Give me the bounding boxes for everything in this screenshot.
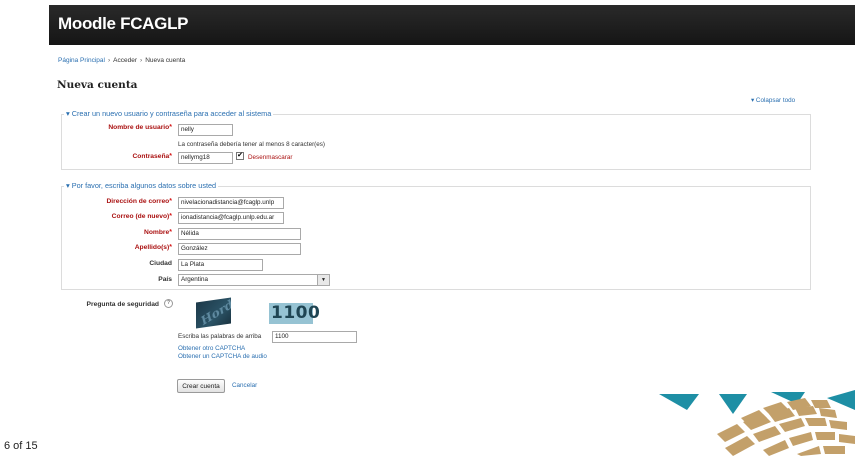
country-select[interactable]: Argentina ▼	[178, 274, 330, 286]
unmask-checkbox[interactable]: ✔	[236, 152, 244, 160]
required-icon: *	[169, 213, 172, 220]
breadcrumb-separator: ›	[140, 57, 143, 64]
required-icon: *	[169, 244, 172, 251]
breadcrumb-current: Nueva cuenta	[145, 57, 186, 64]
account-section-toggle[interactable]: ▾ Crear un nuevo usuario y contraseña pa…	[64, 109, 274, 118]
password-hint: La contraseña debería tener al menos 8 c…	[178, 141, 326, 148]
required-icon: *	[169, 153, 172, 160]
breadcrumb-home-link[interactable]: Página Principal	[58, 57, 105, 64]
firstname-label: Nombre*	[143, 229, 172, 236]
required-icon: *	[169, 198, 172, 205]
security-question-label: Pregunta de seguridad	[86, 301, 159, 308]
required-icon: *	[169, 124, 172, 131]
page-title: Nueva cuenta	[57, 79, 138, 91]
password-label: Contraseña*	[132, 153, 172, 160]
firstname-input[interactable]: Nélida	[178, 228, 301, 240]
site-title[interactable]: Moodle FCAGLP	[58, 14, 189, 34]
institution-logo	[659, 390, 855, 456]
page-indicator: 6 of 15	[4, 440, 38, 452]
city-label: Ciudad	[149, 260, 172, 267]
email-label: Dirección de correo*	[106, 198, 172, 205]
unmask-label[interactable]: Desenmascarar	[248, 154, 292, 161]
breadcrumb: Página Principal › Acceder › Nueva cuenta	[58, 57, 185, 64]
triangle-down-icon: ▾	[66, 109, 70, 118]
create-account-button[interactable]: Crear cuenta	[177, 379, 225, 393]
email-input[interactable]: nivelacionadistancia@fcaglp.unlp	[178, 197, 284, 209]
captcha-image-word1: Hord	[196, 297, 231, 329]
password-input[interactable]: nellymg18	[178, 152, 233, 164]
account-section-legend: Crear un nuevo usuario y contraseña para…	[71, 109, 272, 118]
breadcrumb-separator: ›	[107, 57, 111, 64]
lastname-label: Apellido(s)*	[134, 244, 172, 251]
triangle-down-icon: ▾	[66, 181, 70, 190]
logo-teal-triangle	[719, 394, 747, 414]
captcha-image-word2: 1100	[269, 303, 321, 324]
email-again-label: Correo (de nuevo)*	[111, 213, 172, 220]
audio-captcha-link[interactable]: Obtener un CAPTCHA de audio	[178, 353, 267, 360]
captcha-answer-input[interactable]: 1100	[272, 331, 357, 343]
triangle-down-icon: ▾	[751, 97, 755, 104]
account-fieldset	[61, 114, 811, 170]
logo-teal-triangle	[827, 390, 855, 410]
logo-teal-triangle	[659, 394, 699, 410]
other-captcha-link[interactable]: Obtener otro CAPTCHA	[178, 345, 245, 352]
details-section-toggle[interactable]: ▾ Por favor, escriba algunos datos sobre…	[64, 181, 219, 190]
details-section-legend: Por favor, escriba algunos datos sobre u…	[71, 181, 217, 190]
country-label: País	[158, 276, 172, 283]
city-input[interactable]: La Plata	[178, 259, 263, 271]
details-fieldset	[61, 186, 811, 290]
username-input[interactable]: nelly	[178, 124, 233, 136]
help-icon[interactable]: ?	[164, 299, 173, 308]
lastname-input[interactable]: González	[178, 243, 301, 255]
email-again-input[interactable]: ionadistancia@fcaglp.unlp.edu.ar	[178, 212, 284, 224]
collapse-all-link[interactable]: ▾ Colapsar todo	[751, 97, 795, 104]
cancel-link[interactable]: Cancelar	[232, 382, 257, 389]
collapse-all-label: Colapsar todo	[755, 97, 796, 104]
chevron-down-icon[interactable]: ▼	[317, 275, 329, 285]
breadcrumb-login[interactable]: Acceder	[113, 57, 137, 64]
username-label: Nombre de usuario*	[108, 124, 172, 131]
required-icon: *	[169, 229, 172, 236]
captcha-prompt: Escriba las palabras de arriba	[178, 333, 262, 340]
country-selected-value: Argentina	[181, 276, 208, 283]
